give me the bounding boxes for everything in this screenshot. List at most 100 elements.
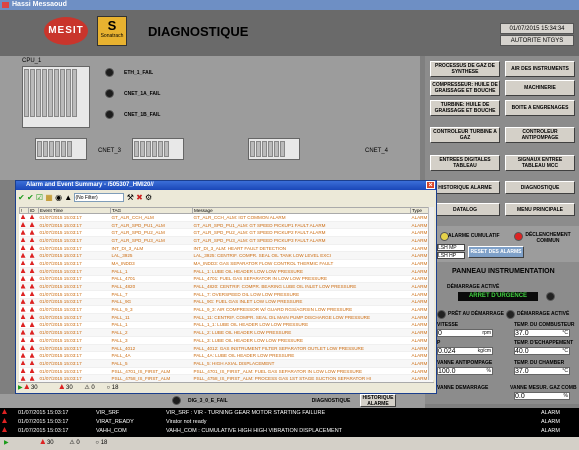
ack-cell[interactable] — [19, 321, 29, 330]
footer-all-icon — [24, 384, 30, 389]
event-time-cell: 01/07/2015 15:03:17 — [38, 221, 111, 230]
alarm-window-titlebar[interactable]: Alarm and Event Summary - /505307_HMI20/… — [16, 181, 436, 190]
alarm-row[interactable]: 01/07/2015 15:03:17 PALL_9G PALL_9G: FUEL … — [19, 298, 433, 307]
nav-button-0[interactable]: PROCESSUS DE GAZ DE SYNTHESE — [430, 61, 500, 77]
alarm-icon — [20, 337, 26, 343]
id-cell — [28, 344, 39, 353]
alarm-row[interactable]: 01/07/2015 15:03:17 PALL_4A PALL_4A: LUBE … — [19, 351, 433, 361]
ack-cell[interactable] — [19, 305, 29, 314]
alarm-row[interactable]: 01/07/2015 15:03:17 PALL_4701 PALL_4701: F… — [19, 275, 433, 284]
alarm-row[interactable]: 01/07/2015 15:03:17 GT_ALR_SPD_PU2_ALM GT_… — [19, 228, 433, 238]
ack-cell[interactable] — [19, 275, 29, 284]
message-cell: PALL_3: LUBE OIL HEADER LOW LOW PRESSURE — [192, 336, 411, 345]
bottom-alarm-row[interactable]: 01/07/2015 15:03:17 VAHH_COM VAHH_COM : CU… — [0, 426, 579, 435]
alarm-row[interactable]: 01/07/2015 15:03:17 PALL_4820 PALL_4820: C… — [19, 282, 433, 291]
diagnostique-under-button[interactable]: DIAGNOSTIQUE — [306, 395, 356, 406]
page-title: DIAGNOSTIQUE — [148, 24, 249, 39]
ack-cell[interactable] — [19, 221, 29, 230]
alarm-scrollbar[interactable] — [428, 207, 434, 380]
tag-cell: PALL_4012 — [110, 344, 193, 353]
id-cell — [28, 282, 39, 291]
alarm-row[interactable]: 01/07/2015 15:03:17 PALL_4012 PALL_4012: G… — [19, 344, 433, 353]
nav-button-9[interactable]: SIGNAUX ENTREE TABLEAU MCC — [505, 155, 575, 171]
silence-icon[interactable]: ◉ — [55, 193, 62, 202]
alarm-row[interactable]: 01/07/2015 15:03:17 PALL_1 PALL_1: LUBE OI… — [19, 267, 433, 276]
close-icon[interactable]: × — [426, 181, 435, 189]
footer-warn-count: 0 — [91, 385, 95, 391]
alarm-row[interactable]: 01/07/2015 15:03:17 PALL_1 PALL_1_1: LUBE … — [19, 321, 433, 330]
alarm-row[interactable]: 01/07/2015 15:03:17 PALL_7 PALL_7: OVERSPE… — [19, 290, 433, 299]
nav-button-4[interactable]: TURBINE: HUILE DE GRAISSAGE ET BOUCHE — [430, 100, 500, 116]
alarm-row[interactable]: 01/07/2015 15:03:17 INT_DI_3_ALM INT_DI_3_… — [19, 244, 433, 253]
alarm-row[interactable]: 01/07/2015 15:03:17 MA_INDD3 MA_INDD3: GAS… — [19, 259, 433, 268]
ack-cell[interactable] — [19, 282, 29, 291]
nav-button-5[interactable]: BOITE A ENGRENAGES — [505, 100, 575, 116]
filter-select[interactable]: (No Filter) — [74, 193, 125, 203]
bottom-alarm-row[interactable]: 01/07/2015 15:03:17 VIR_SRF VIR_SRF : VIR … — [0, 408, 579, 417]
alarm-icon — [20, 298, 26, 304]
ack-all-icon[interactable]: ✔ — [27, 193, 34, 202]
declench-label: DÉCLENCHEMENT COMMUN — [525, 232, 571, 244]
ack-cell[interactable] — [19, 236, 29, 245]
id-cell — [28, 244, 39, 253]
id-cell — [28, 221, 39, 230]
nav-button-6[interactable]: CONTROLEUR TURBINE A GAZ — [430, 127, 500, 143]
ack-cell[interactable] — [19, 259, 29, 268]
ack-cell[interactable] — [19, 298, 29, 307]
alarm-play-icon[interactable]: ▶ — [18, 385, 23, 391]
alarm-summary-window[interactable]: Alarm and Event Summary - /505307_HMI20/… — [15, 180, 437, 394]
nav-button-11[interactable]: DIAGNOSTIQUE — [505, 181, 575, 194]
alarm-row[interactable]: 01/07/2015 15:03:17 PALL_5 PALL_5: HIGH AX… — [19, 359, 433, 368]
ack-cell[interactable] — [19, 351, 29, 361]
alarm-row[interactable]: 01/07/2015 15:03:17 PALL_2 PALL_2: LUBE OI… — [19, 328, 433, 337]
nav-button-3[interactable]: MACHINERIE — [505, 80, 575, 96]
window-title: Hassi Messaoud — [12, 1, 67, 8]
ack-cell[interactable] — [19, 251, 29, 261]
nav-button-2[interactable]: COMPRESSEUR: HUILE DE GRAISSAGE ET BOUCH… — [430, 80, 500, 96]
temp-echap-unit: °C — [562, 348, 568, 354]
alarm-row[interactable]: 01/07/2015 15:03:17 PALL_3 PALL_3: LUBE OI… — [19, 336, 433, 345]
settings-icon[interactable]: ⚙ — [145, 193, 152, 202]
nav-button-1[interactable]: AIR DES INSTRUMENTS — [505, 61, 575, 77]
ack-cell[interactable] — [19, 213, 29, 222]
tools-icon[interactable]: ⚒ — [127, 193, 134, 202]
alarm-row[interactable]: 01/07/2015 15:03:17 PALL_11 PALL_11: CENTR… — [19, 313, 433, 322]
page-icon[interactable]: ▦ — [45, 193, 53, 202]
alarm-row[interactable]: 01/07/2015 15:03:17 PSLL_4701_IS_FIRST_AL… — [19, 367, 433, 376]
reset-alarms-button[interactable]: RESET DES ALARMS — [468, 246, 524, 258]
ack-cell[interactable] — [19, 290, 29, 299]
nav-button-7[interactable]: CONTROLEUR ANTIPOMPAGE — [505, 127, 575, 143]
message-cell: PALL_1_1: LUBE OIL HEADER LOW LOW PRESSU… — [192, 321, 411, 330]
event-time-cell: 01/07/2015 15:03:17 — [38, 228, 111, 238]
ack-cell[interactable] — [19, 328, 29, 337]
alarm-row[interactable]: 01/07/2015 15:03:17 PALL_9_3 PALL_9_3: AIR… — [19, 305, 433, 314]
nav-button-8[interactable]: ENTREES DIGITALES TABLEAU — [430, 155, 500, 171]
nav-button-10[interactable]: HISTORIQUE ALARME — [430, 181, 500, 194]
message-cell: GT_ALR_SPD_PU1_ALM: GT SPEED PICKUP1 FAU… — [192, 221, 411, 230]
ack-cell[interactable] — [19, 336, 29, 345]
ack-icon[interactable]: ✔ — [18, 193, 25, 202]
filter-icon[interactable]: ▲ — [64, 193, 72, 202]
alarm-row[interactable]: 01/07/2015 15:03:17 LAL_3925 LAL_3925: CEN… — [19, 251, 433, 261]
ack-cell[interactable] — [19, 313, 29, 322]
alarm-row[interactable]: 01/07/2015 15:03:17 GT_ALR_SPD_PU1_ALM GT_… — [19, 221, 433, 230]
alarm-row[interactable]: 01/07/2015 15:03:17 GT_ALR_CCH_ALM GT_ALR_… — [19, 213, 433, 222]
ack-cell[interactable] — [19, 228, 29, 238]
delete-icon[interactable]: ✖ — [136, 193, 143, 202]
alarm-level-icon — [29, 283, 35, 289]
alarm-level-icon — [29, 314, 35, 320]
historique-under-button[interactable]: HISTORIQUE ALARME — [360, 394, 396, 407]
bottom-alarm-row[interactable]: 01/07/2015 15:03:17 VIRAT_READY Virator no… — [0, 417, 579, 426]
alarm-level-icon — [29, 298, 35, 304]
ack-cell[interactable] — [19, 344, 29, 353]
ack-cell[interactable] — [19, 244, 29, 253]
play-icon[interactable]: ▶ — [4, 440, 9, 446]
ack-cell[interactable] — [19, 359, 29, 368]
ack-cell[interactable] — [19, 367, 29, 376]
nav-button-12[interactable]: DATALOG — [430, 203, 500, 216]
alarm-row[interactable]: 01/07/2015 15:03:17 GT_ALR_SPD_PU3_ALM GT_… — [19, 236, 433, 245]
nav-button-13[interactable]: MENU PRINCIPALE — [505, 203, 575, 216]
alarm-icon — [20, 321, 26, 327]
ack-cell[interactable] — [19, 267, 29, 276]
check-icon[interactable]: ☑ — [36, 193, 43, 202]
